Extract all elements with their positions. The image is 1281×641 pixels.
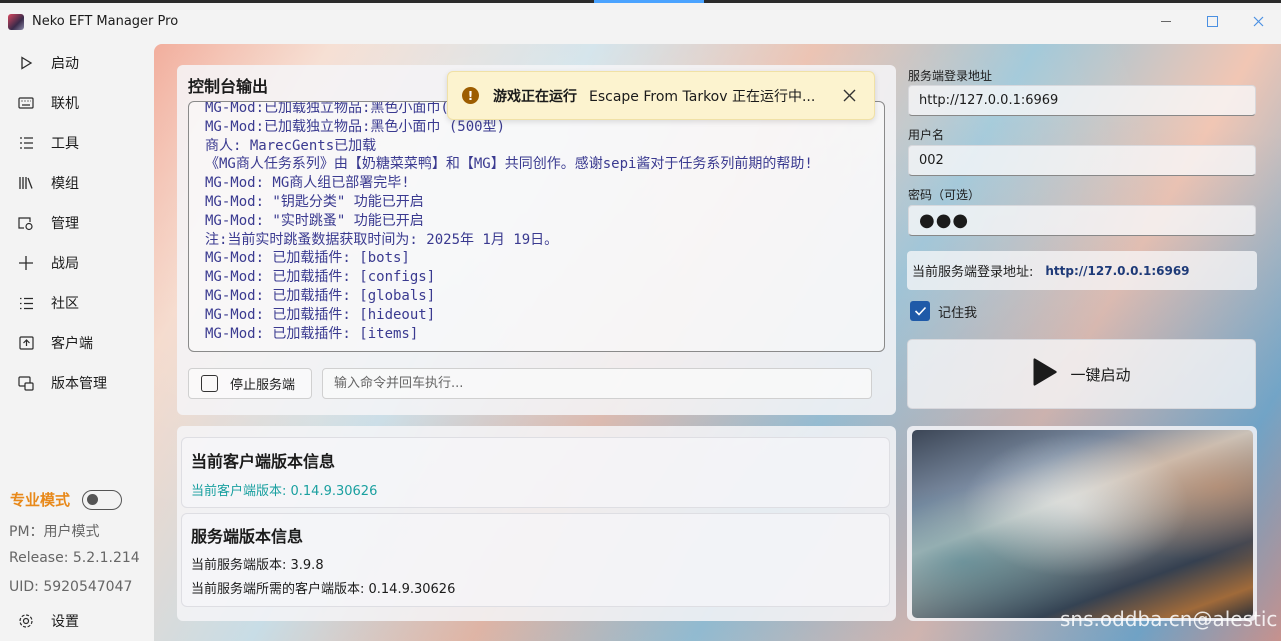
checkmark-icon bbox=[910, 301, 930, 321]
pro-mode-row: 专业模式 bbox=[10, 489, 123, 510]
one-click-launch-button[interactable]: 一键启动 bbox=[907, 339, 1256, 409]
sidebar-item-client[interactable]: 客户端 bbox=[4, 325, 150, 361]
title-bar: Neko EFT Manager Pro bbox=[0, 3, 1281, 40]
console-line: 商人: MarecGents已加载 bbox=[205, 137, 377, 154]
checklist-icon bbox=[16, 136, 36, 150]
sidebar-item-label: 联机 bbox=[51, 96, 79, 112]
server-url-input[interactable]: http://127.0.0.1:6969 bbox=[908, 85, 1256, 116]
sidebar-item-label: 设置 bbox=[51, 614, 79, 630]
watermark: sns.oddba.cn@alestic bbox=[1060, 607, 1278, 631]
sidebar-item-community[interactable]: 社区 bbox=[4, 285, 150, 321]
current-server-url-value: http://127.0.0.1:6969 bbox=[1045, 263, 1190, 278]
server-version-text: 当前服务端版本: 3.9.8 bbox=[191, 558, 324, 573]
console-line: MG-Mod:已加载独立物品:黑色小面巾 (500型) bbox=[205, 118, 506, 135]
window-controls bbox=[1143, 3, 1281, 40]
console-line: MG-Mod: 已加载插件: [globals] bbox=[205, 287, 436, 304]
server-url-label: 服务端登录地址 bbox=[908, 69, 993, 83]
sidebar-item-label: 工具 bbox=[51, 136, 79, 152]
current-server-url: 当前服务端登录地址: http://127.0.0.1:6969 bbox=[907, 251, 1257, 290]
launch-label: 一键启动 bbox=[1070, 365, 1131, 384]
console-line: MG-Mod: MG商人组已部署完毕! bbox=[205, 175, 410, 192]
notification-message: Escape From Tarkov 正在运行中... bbox=[589, 88, 816, 105]
sidebar-item-label: 启动 bbox=[51, 56, 79, 72]
console-line: MG-Mod: 已加载插件: [configs] bbox=[205, 269, 436, 286]
sidebar-item-multiplayer[interactable]: 联机 bbox=[4, 85, 150, 121]
console-line: MG-Mod: "实时跳蚤" 功能已开启 bbox=[205, 212, 424, 229]
version-icon bbox=[16, 375, 36, 391]
pro-mode-toggle[interactable] bbox=[82, 489, 123, 510]
sidebar-item-label: 模组 bbox=[51, 176, 79, 192]
maximize-icon[interactable] bbox=[1189, 3, 1235, 40]
client-version-title: 当前客户端版本信息 bbox=[191, 452, 336, 471]
warning-icon: ! bbox=[462, 87, 479, 104]
sidebar-item-label: 社区 bbox=[51, 296, 79, 312]
app-title: Neko EFT Manager Pro bbox=[32, 14, 179, 29]
sidebar-item-label: 管理 bbox=[51, 216, 79, 232]
play-icon bbox=[16, 56, 36, 70]
plus-icon bbox=[16, 255, 36, 271]
current-server-url-label: 当前服务端登录地址: bbox=[912, 265, 1034, 280]
console-line: 注:当前实时跳蚤数据获取时间为: 2025年 1月 19日。 bbox=[205, 231, 559, 248]
sidebar-item-manage[interactable]: 管理 bbox=[4, 205, 150, 241]
console-line: MG-Mod: 已加载插件: [hideout] bbox=[205, 306, 436, 323]
sidebar-item-tools[interactable]: 工具 bbox=[4, 125, 150, 161]
sidebar-item-settings[interactable]: 设置 bbox=[4, 603, 150, 639]
release-version-text: Release: 5.2.1.214 bbox=[9, 550, 140, 566]
password-label: 密码（可选） bbox=[908, 188, 981, 202]
play-icon bbox=[1032, 357, 1058, 391]
keyboard-icon bbox=[16, 97, 36, 109]
close-window-icon[interactable] bbox=[1235, 3, 1281, 40]
library-icon bbox=[16, 176, 36, 190]
notification-title: 游戏正在运行 bbox=[493, 88, 577, 105]
username-input[interactable]: 002 bbox=[908, 145, 1256, 176]
console-title: 控制台输出 bbox=[188, 77, 269, 96]
username-label: 用户名 bbox=[908, 128, 945, 142]
pm-mode-text: PM：用户模式 bbox=[9, 524, 100, 540]
uid-text: UID: 5920547047 bbox=[9, 579, 133, 595]
settings-doc-icon bbox=[16, 216, 36, 231]
sidebar: 启动 联机 工具 模组 管理 战局 社区 客户端 版本管理 专业模式 PM：用户… bbox=[0, 40, 154, 641]
client-icon bbox=[16, 336, 36, 350]
password-input[interactable]: ●●● bbox=[908, 205, 1256, 236]
game-running-notification: ! 游戏正在运行 Escape From Tarkov 正在运行中... bbox=[447, 71, 875, 120]
console-line: MG-Mod: "钥匙分类" 功能已开启 bbox=[205, 193, 424, 210]
sidebar-item-raid[interactable]: 战局 bbox=[4, 245, 150, 281]
list-icon bbox=[16, 297, 36, 310]
console-line: MG-Mod: 已加载插件: [bots] bbox=[205, 250, 410, 267]
stop-server-button[interactable]: 停止服务端 bbox=[188, 368, 312, 399]
console-line: 《MG商人任务系列》由【奶糖菜菜鸭】和【MG】共同创作。感谢sepi酱对于任务系… bbox=[205, 156, 813, 173]
client-version-text: 当前客户端版本: 0.14.9.30626 bbox=[191, 484, 378, 499]
sidebar-item-label: 客户端 bbox=[51, 336, 93, 352]
sidebar-item-version-manager[interactable]: 版本管理 bbox=[4, 365, 150, 401]
server-version-title: 服务端版本信息 bbox=[191, 527, 304, 546]
server-required-client-text: 当前服务端所需的客户端版本: 0.14.9.30626 bbox=[191, 582, 456, 597]
server-version-card: 服务端版本信息 当前服务端版本: 3.9.8 当前服务端所需的客户端版本: 0.… bbox=[181, 513, 890, 607]
remember-me-label: 记住我 bbox=[938, 305, 978, 321]
client-version-card: 当前客户端版本信息 当前客户端版本: 0.14.9.30626 bbox=[181, 437, 890, 508]
artwork-image bbox=[912, 430, 1253, 618]
console-text: MG-Mod:已加载独立物品:黑色小面巾(500型) MG-Mod:已加载独立物… bbox=[205, 102, 873, 343]
close-icon[interactable] bbox=[841, 87, 858, 104]
sidebar-item-label: 版本管理 bbox=[51, 376, 107, 392]
console-output[interactable]: MG-Mod:已加载独立物品:黑色小面巾(500型) MG-Mod:已加载独立物… bbox=[188, 101, 885, 352]
sidebar-item-launch[interactable]: 启动 bbox=[4, 45, 150, 81]
console-line: MG-Mod: 已加载插件: [items] bbox=[205, 325, 419, 342]
minimize-icon[interactable] bbox=[1143, 3, 1189, 40]
remember-me-checkbox[interactable]: 记住我 bbox=[910, 301, 977, 321]
sidebar-item-label: 战局 bbox=[51, 256, 79, 272]
stop-server-label: 停止服务端 bbox=[230, 378, 296, 393]
command-input[interactable] bbox=[322, 368, 872, 399]
gear-icon bbox=[16, 613, 36, 629]
character-artwork bbox=[912, 430, 1253, 618]
pro-mode-label: 专业模式 bbox=[10, 491, 71, 509]
app-logo-icon bbox=[8, 13, 24, 30]
sidebar-item-mods[interactable]: 模组 bbox=[4, 165, 150, 201]
stop-checkbox-icon bbox=[201, 375, 218, 392]
